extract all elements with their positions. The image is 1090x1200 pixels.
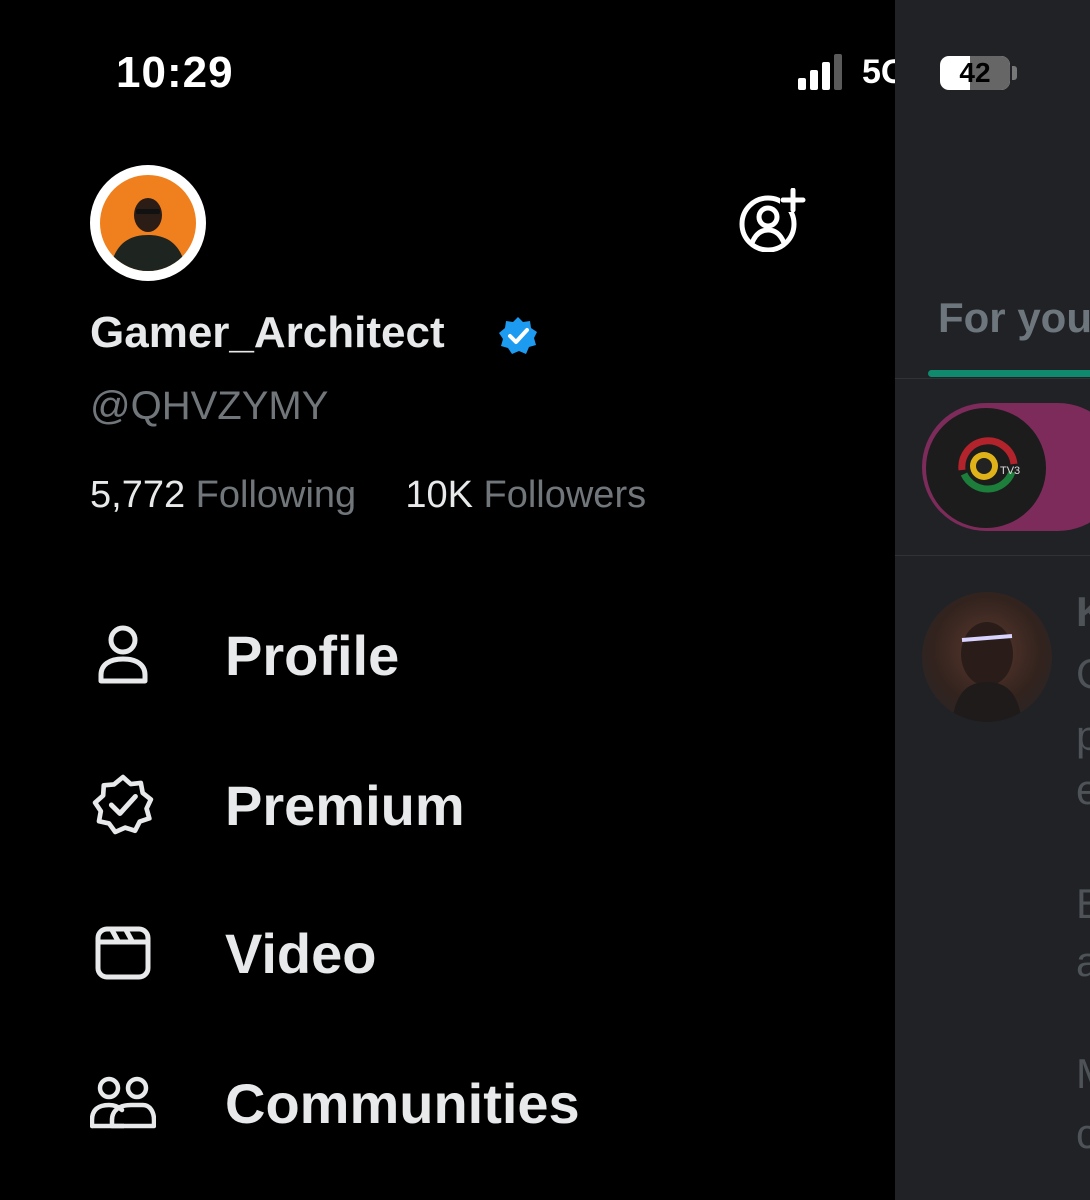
- menu-item-video[interactable]: Video: [90, 903, 376, 1003]
- post-text-fragment: E: [1076, 880, 1090, 928]
- battery-cap-front: [1012, 66, 1017, 80]
- battery-icon-front: 42: [940, 56, 1010, 90]
- menu-item-communities[interactable]: Communities: [90, 1053, 580, 1153]
- divider: [895, 378, 1090, 379]
- post-text-fragment: C: [1076, 650, 1090, 698]
- avatar[interactable]: [90, 165, 206, 281]
- space-avatar: TV3: [926, 408, 1046, 528]
- handle: @QHVZYMY: [90, 384, 329, 428]
- following-count: 5,772: [90, 474, 186, 516]
- follow-stats: 5,772 Following 10K Followers: [90, 474, 646, 517]
- verified-badge-outline-icon: [90, 772, 156, 838]
- post-text-fragment: e: [1076, 766, 1090, 813]
- verified-badge-icon: [499, 317, 537, 354]
- divider: [895, 555, 1090, 556]
- post-text-fragment: K: [1076, 588, 1090, 636]
- add-account-icon[interactable]: [738, 187, 806, 253]
- menu-item-label: Premium: [225, 773, 465, 837]
- video-clapper-icon: [90, 920, 156, 986]
- space-badge-text: TV3: [1000, 465, 1020, 477]
- tab-for-you[interactable]: For you: [938, 294, 1090, 342]
- person-icon: [90, 622, 156, 688]
- menu-item-label: Video: [225, 921, 377, 985]
- menu-item-label: Profile: [225, 623, 400, 687]
- followers-label: Followers: [483, 474, 647, 516]
- menu-item-label: Communities: [225, 1071, 580, 1135]
- menu-item-profile[interactable]: Profile: [90, 605, 399, 705]
- post-avatar[interactable]: [922, 592, 1052, 722]
- followers-count: 10K: [405, 474, 473, 516]
- tab-indicator: [928, 370, 1090, 377]
- side-drawer: 10:29 5G Gamer_Architect @QHVZYMY 5,772 …: [0, 0, 907, 1200]
- display-name[interactable]: Gamer_Architect: [90, 308, 445, 358]
- post-text-fragment: c: [1076, 1110, 1090, 1157]
- following-label: Following: [195, 474, 357, 516]
- post-text-fragment: a: [1076, 938, 1090, 985]
- battery-percent-front: 42: [959, 57, 991, 88]
- profile-photo: [100, 175, 196, 271]
- post-text-fragment: M: [1076, 1050, 1090, 1098]
- following-link[interactable]: 5,772 Following: [90, 474, 356, 516]
- communities-icon: [90, 1070, 156, 1136]
- status-time: 10:29: [116, 48, 234, 97]
- status-indicators: 5G: [798, 52, 907, 92]
- signal-icon: [798, 54, 842, 90]
- menu-item-premium[interactable]: Premium: [90, 755, 465, 855]
- post-text-fragment: p: [1076, 712, 1090, 759]
- followers-link[interactable]: 10K Followers: [405, 474, 646, 516]
